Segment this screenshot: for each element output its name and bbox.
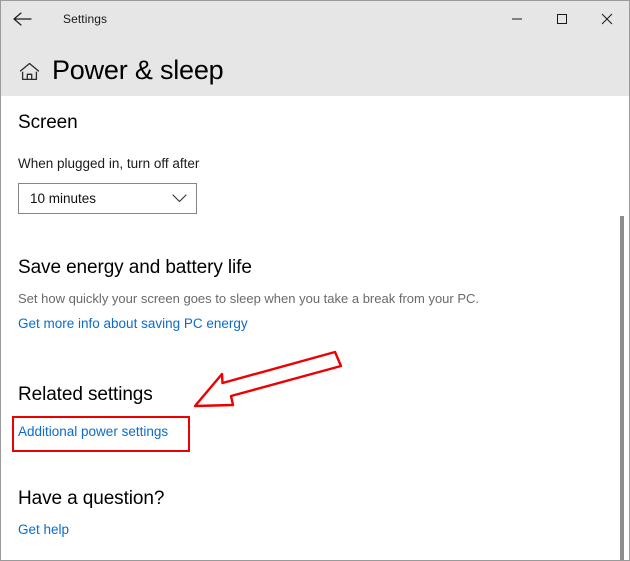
minimize-button[interactable]: [494, 1, 539, 37]
back-button[interactable]: [1, 1, 43, 37]
turn-off-after-value: 10 minutes: [30, 191, 97, 206]
settings-window: Settings Power & sleep Screen When plugg…: [0, 0, 630, 561]
help-section-heading: Have a question?: [18, 488, 165, 509]
home-icon[interactable]: [18, 59, 40, 81]
chevron-down-icon: [166, 194, 192, 203]
screen-section-heading: Screen: [18, 112, 78, 133]
annotation-arrow-icon: [191, 348, 346, 413]
page-header: Power & sleep: [18, 57, 224, 84]
maximize-button[interactable]: [539, 1, 584, 37]
related-settings-heading: Related settings: [18, 384, 153, 405]
energy-section-description: Set how quickly your screen goes to slee…: [18, 291, 480, 306]
additional-power-settings-link[interactable]: Additional power settings: [18, 424, 168, 439]
content-scrollbar-thumb[interactable]: [620, 216, 624, 560]
title-bar: Settings: [1, 1, 629, 37]
content-scrollbar-track[interactable]: [613, 96, 629, 560]
saving-pc-energy-link[interactable]: Get more info about saving PC energy: [18, 316, 248, 331]
window-controls: [494, 1, 629, 37]
close-button[interactable]: [584, 1, 629, 37]
settings-content: Screen When plugged in, turn off after 1…: [1, 96, 629, 560]
turn-off-after-dropdown[interactable]: 10 minutes: [18, 183, 197, 214]
energy-section-heading: Save energy and battery life: [18, 257, 252, 278]
page-title: Power & sleep: [52, 55, 224, 85]
app-title: Settings: [63, 12, 108, 26]
get-help-link[interactable]: Get help: [18, 522, 69, 537]
turn-off-after-label: When plugged in, turn off after: [18, 156, 200, 171]
